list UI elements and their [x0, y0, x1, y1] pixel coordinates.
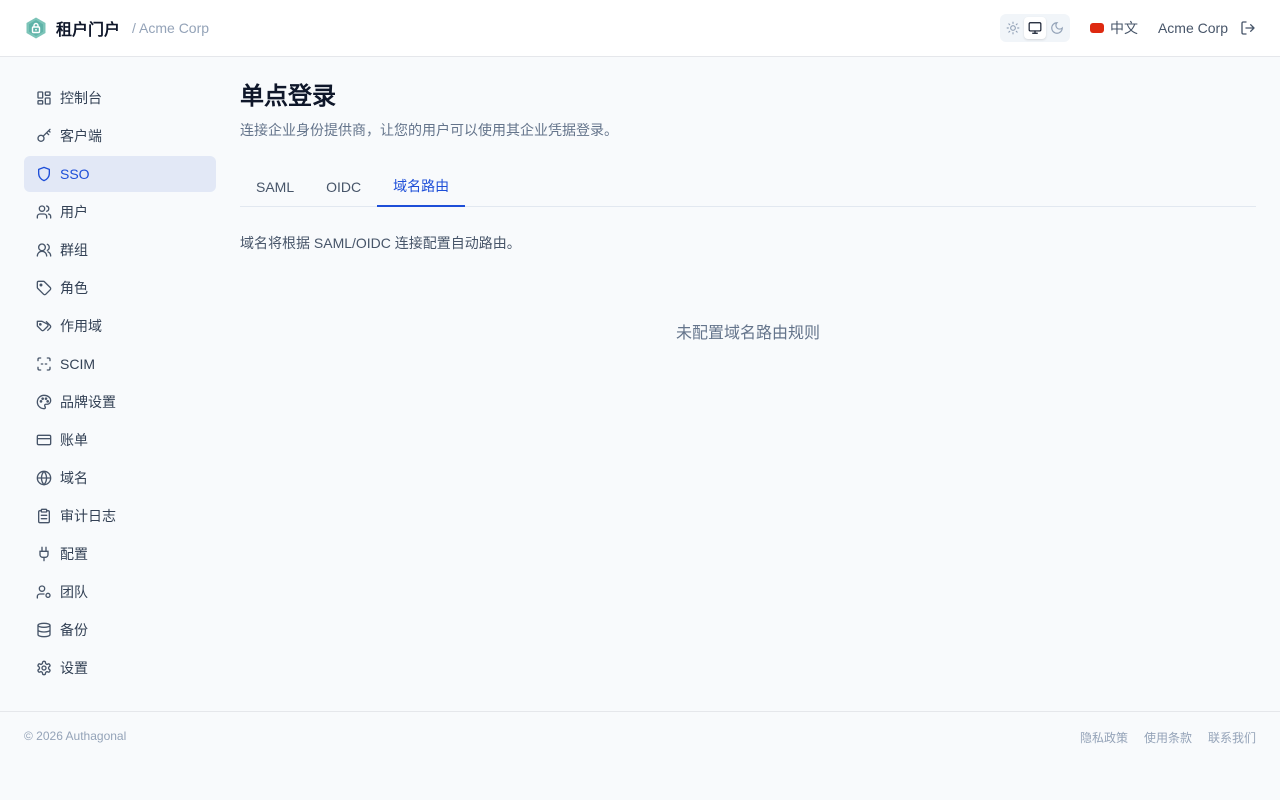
sidebar-item-label: 配置 [60, 546, 88, 562]
sidebar-item-label: 作用域 [60, 318, 102, 334]
sidebar-item-groups[interactable]: 群组 [24, 232, 216, 268]
sidebar-item-label: 群组 [60, 242, 88, 258]
logout-button[interactable] [1240, 20, 1256, 36]
empty-state-message: 未配置域名路由规则 [675, 325, 820, 342]
sidebar-item-label: SSO [60, 166, 90, 182]
logout-icon [1241, 21, 1255, 35]
sidebar-nav: 控制台 客户端 SSO 用户 群组 角色 作用域 SCIM 品牌设置 账单 域名… [24, 80, 216, 688]
moon-icon [1051, 22, 1063, 34]
tab-oidc[interactable]: OIDC [310, 164, 377, 207]
sidebar-item-label: 控制台 [60, 90, 102, 106]
sidebar-item-label: 团队 [60, 584, 88, 600]
sidebar-item-config[interactable]: 配置 [24, 536, 216, 572]
sidebar-item-scopes[interactable]: 作用域 [24, 308, 216, 344]
privacy-policy-link[interactable]: 隐私政策 [1080, 729, 1128, 746]
theme-switcher [999, 14, 1070, 42]
sidebar-item-label: 设置 [60, 660, 88, 676]
footer: © 2026 Authagonal 隐私政策 使用条款 联系我们 [0, 711, 1280, 800]
copyright: © 2026 Authagonal [24, 729, 127, 743]
users-icon [36, 204, 52, 220]
tab-domain-routing[interactable]: 域名路由 [377, 164, 466, 207]
sidebar-item-label: 客户端 [60, 128, 102, 144]
monitor-icon [1028, 22, 1042, 34]
tenant-name: Acme Corp [1157, 20, 1228, 36]
app-title: 租户门户 [56, 22, 121, 39]
group-icon [36, 242, 52, 258]
brand[interactable]: 租户门户 / Acme Corp [24, 16, 209, 40]
page-description: 连接企业身份提供商，让您的用户可以使用其企业凭据登录。 [240, 122, 618, 138]
dark-theme-button[interactable] [1046, 17, 1068, 39]
contact-us-link[interactable]: 联系我们 [1208, 729, 1256, 746]
sidebar-item-label: 品牌设置 [60, 394, 116, 410]
key-icon [36, 128, 52, 144]
light-theme-button[interactable] [1002, 17, 1024, 39]
sidebar-item-sso[interactable]: SSO [24, 156, 216, 192]
sidebar-item-billing[interactable]: 账单 [24, 422, 216, 458]
globe-icon [36, 470, 52, 486]
sidebar-item-audit-log[interactable]: 审计日志 [24, 498, 216, 534]
sidebar-item-clients[interactable]: 客户端 [24, 118, 216, 154]
palette-icon [36, 394, 52, 410]
sidebar-item-label: 账单 [60, 432, 88, 448]
footer-links: 隐私政策 使用条款 联系我们 [1064, 729, 1256, 746]
china-flag-icon [1089, 23, 1104, 33]
language-selector[interactable]: 中文 [1089, 18, 1138, 38]
terms-of-use-link[interactable]: 使用条款 [1144, 729, 1192, 746]
plug-icon [36, 546, 52, 562]
sidebar-item-label: 用户 [60, 204, 88, 220]
sidebar-item-label: 备份 [60, 622, 88, 638]
sidebar-item-users[interactable]: 用户 [24, 194, 216, 230]
sidebar-item-label: 角色 [60, 280, 88, 296]
dashboard-icon [36, 90, 52, 106]
tenant-breadcrumb: / Acme Corp [132, 20, 210, 36]
sidebar-item-scim[interactable]: SCIM [24, 346, 216, 382]
sidebar-item-settings[interactable]: 设置 [24, 650, 216, 686]
main-content: 单点登录 连接企业身份提供商，让您的用户可以使用其企业凭据登录。 SAML OI… [240, 80, 1256, 343]
sidebar-item-dashboard[interactable]: 控制台 [24, 80, 216, 116]
page-title: 单点登录 [240, 83, 336, 110]
sidebar-item-roles[interactable]: 角色 [24, 270, 216, 306]
gear-icon [36, 660, 52, 676]
sidebar-item-backup[interactable]: 备份 [24, 612, 216, 648]
routing-note: 域名将根据 SAML/OIDC 连接配置自动路由。 [240, 235, 521, 251]
tags-icon [36, 318, 52, 334]
sidebar-item-label: SCIM [60, 356, 95, 372]
sidebar-item-team[interactable]: 团队 [24, 574, 216, 610]
lock-logo-icon [24, 16, 48, 40]
system-theme-button[interactable] [1023, 17, 1046, 39]
sidebar-item-domains[interactable]: 域名 [24, 460, 216, 496]
tab-saml[interactable]: SAML [240, 164, 310, 207]
sidebar-item-label: 审计日志 [60, 508, 116, 524]
scan-icon [36, 356, 52, 372]
language-label: 中文 [1109, 20, 1138, 36]
credit-card-icon [36, 432, 52, 448]
sso-tabs: SAML OIDC 域名路由 [240, 164, 1256, 207]
shield-icon [36, 166, 52, 182]
sidebar-item-label: 域名 [60, 470, 88, 486]
team-icon [36, 584, 52, 600]
sidebar-item-branding[interactable]: 品牌设置 [24, 384, 216, 420]
clipboard-icon [36, 508, 52, 524]
tag-icon [36, 280, 52, 296]
database-icon [36, 622, 52, 638]
top-header: 租户门户 / Acme Corp 中文 Acme Corp [0, 0, 1280, 57]
sun-icon [1006, 21, 1020, 35]
